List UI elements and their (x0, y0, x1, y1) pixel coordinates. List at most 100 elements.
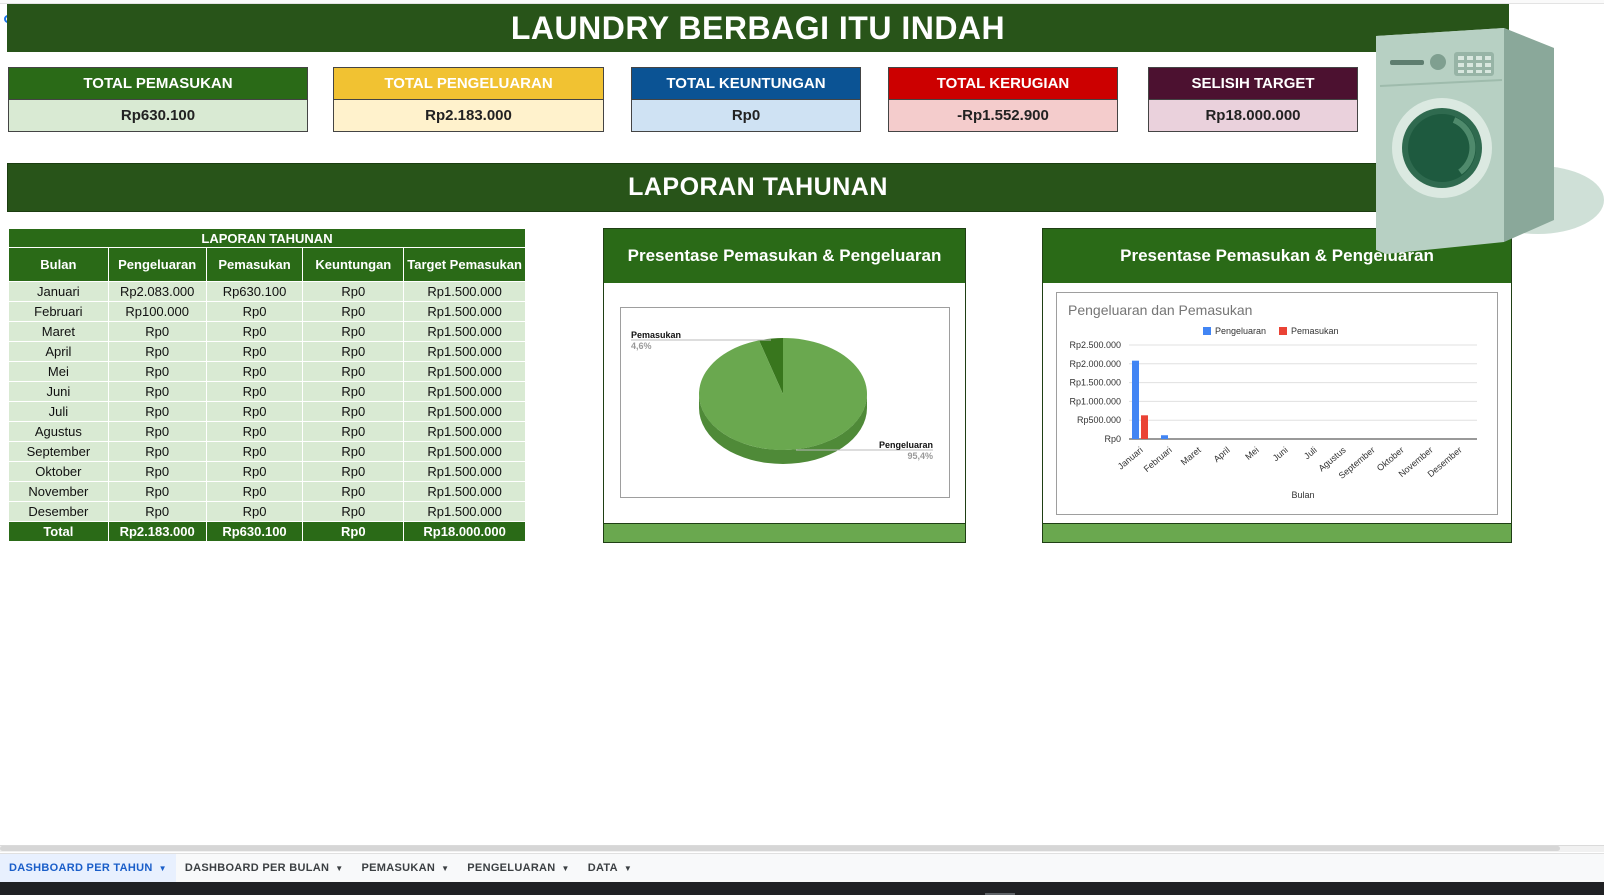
table-cell[interactable]: Rp1.500.000 (403, 481, 526, 502)
table-cell[interactable]: Rp0 (205, 301, 304, 322)
table-cell[interactable]: Rp1.500.000 (403, 361, 526, 382)
table-cell[interactable]: Rp1.500.000 (403, 301, 526, 322)
table-cell[interactable]: Oktober (8, 461, 109, 482)
table-cell[interactable]: Rp0 (205, 421, 304, 442)
table-cell[interactable]: Rp0 (205, 341, 304, 362)
table-cell[interactable]: Rp1.500.000 (403, 441, 526, 462)
section-title: LAPORAN TAHUNAN (7, 163, 1509, 212)
table-cell[interactable]: Rp100.000 (107, 301, 207, 322)
table-cell[interactable]: Rp0 (205, 481, 304, 502)
table-cell[interactable]: Rp0 (302, 401, 405, 422)
table-cell[interactable]: Rp0 (302, 281, 405, 302)
total-cell[interactable]: Rp0 (302, 521, 405, 542)
column-header[interactable]: Target Pemasukan (403, 247, 526, 282)
table-cell[interactable]: Rp0 (302, 321, 405, 342)
table-cell[interactable]: Rp0 (107, 501, 207, 522)
table-cell[interactable]: Rp0 (205, 501, 304, 522)
pie-chart-frame[interactable]: Pemasukan 4,6% Pengeluaran 95,4% (620, 307, 950, 498)
total-cell[interactable]: Total (8, 521, 109, 542)
kpi-value: Rp18.000.000 (1149, 100, 1357, 131)
table-cell[interactable]: Juli (8, 401, 109, 422)
table-cell[interactable]: Rp0 (302, 481, 405, 502)
table-cell[interactable]: Rp1.500.000 (403, 401, 526, 422)
pie-slice-pengeluaran (699, 338, 867, 450)
caret-down-icon[interactable]: ▼ (441, 864, 449, 873)
sheet-tab-dashboard-per-bulan[interactable]: DASHBOARD PER BULAN ▼ (176, 854, 353, 883)
table-cell[interactable]: Rp0 (302, 441, 405, 462)
table-cell[interactable]: Januari (8, 281, 109, 302)
caret-down-icon[interactable]: ▼ (335, 864, 343, 873)
column-header[interactable]: Pemasukan (205, 247, 304, 282)
table-cell[interactable]: Rp0 (205, 461, 304, 482)
caret-down-icon[interactable]: ▼ (159, 864, 167, 873)
table-cell[interactable]: Rp0 (107, 441, 207, 462)
column-header[interactable]: Pengeluaran (107, 247, 207, 282)
table-cell[interactable]: Rp0 (107, 421, 207, 442)
bar-chart-frame[interactable]: Pengeluaran dan Pemasukan Pengeluaran Pema… (1056, 292, 1498, 515)
sheet-tab-bar: DASHBOARD PER TAHUN ▼ DASHBOARD PER BULA… (0, 853, 1604, 883)
legend-label: Pengeluaran (1215, 326, 1266, 336)
total-cell[interactable]: Rp630.100 (205, 521, 304, 542)
table-row: Maret Rp0 Rp0 Rp0 Rp1.500.000 (8, 321, 526, 342)
table-cell[interactable]: Rp0 (302, 501, 405, 522)
table-cell[interactable]: Rp0 (302, 461, 405, 482)
sheet-tab-pengeluaran[interactable]: PENGELUARAN ▼ (458, 854, 578, 883)
caret-down-icon[interactable]: ▼ (624, 864, 632, 873)
table-cell[interactable]: Rp1.500.000 (403, 281, 526, 302)
table-cell[interactable]: Rp0 (107, 361, 207, 382)
table-cell[interactable]: Rp0 (107, 461, 207, 482)
table-cell[interactable]: Februari (8, 301, 109, 322)
kpi-label: TOTAL KEUNTUNGAN (632, 68, 860, 100)
table-cell[interactable]: Rp2.083.000 (107, 281, 207, 302)
table-cell[interactable]: Rp0 (107, 321, 207, 342)
table-cell[interactable]: Rp0 (302, 381, 405, 402)
total-cell[interactable]: Rp2.183.000 (107, 521, 207, 542)
table-cell[interactable]: Rp0 (205, 381, 304, 402)
table-cell[interactable]: Rp1.500.000 (403, 461, 526, 482)
kpi-selisih-target[interactable]: SELISIH TARGET Rp18.000.000 (1148, 67, 1358, 132)
scrollbar-thumb[interactable] (0, 846, 1560, 851)
table-cell[interactable]: Rp630.100 (205, 281, 304, 302)
table-cell[interactable]: Juni (8, 381, 109, 402)
kpi-total-pemasukan[interactable]: TOTAL PEMASUKAN Rp630.100 (8, 67, 308, 132)
table-cell[interactable]: Desember (8, 501, 109, 522)
table-cell[interactable]: Rp0 (107, 401, 207, 422)
tab-label: PEMASUKAN (361, 862, 436, 874)
table-cell[interactable]: Rp0 (107, 481, 207, 502)
table-cell[interactable]: Rp1.500.000 (403, 501, 526, 522)
table-cell[interactable]: Agustus (8, 421, 109, 442)
kpi-total-kerugian[interactable]: TOTAL KERUGIAN -Rp1.552.900 (888, 67, 1118, 132)
table-cell[interactable]: Rp1.500.000 (403, 341, 526, 362)
table-cell[interactable]: Rp0 (107, 341, 207, 362)
table-cell[interactable]: Rp0 (302, 421, 405, 442)
table-cell[interactable]: April (8, 341, 109, 362)
table-cell[interactable]: Rp1.500.000 (403, 321, 526, 342)
table-cell[interactable]: September (8, 441, 109, 462)
table-cell[interactable]: Rp0 (205, 321, 304, 342)
table-cell[interactable]: Maret (8, 321, 109, 342)
sheet-tab-pemasukan[interactable]: PEMASUKAN ▼ (352, 854, 458, 883)
x-tick-label: Mei (1243, 445, 1261, 462)
y-tick-label: Rp1.000.000 (1069, 396, 1121, 406)
table-cell[interactable]: Rp0 (302, 301, 405, 322)
table-cell[interactable]: Rp0 (205, 441, 304, 462)
column-header[interactable]: Keuntungan (302, 247, 405, 282)
table-cell[interactable]: Rp1.500.000 (403, 421, 526, 442)
table-cell[interactable]: Rp0 (107, 381, 207, 402)
kpi-total-pengeluaran[interactable]: TOTAL PENGELUARAN Rp2.183.000 (333, 67, 604, 132)
kpi-total-keuntungan[interactable]: TOTAL KEUNTUNGAN Rp0 (631, 67, 861, 132)
yearly-report-table: LAPORAN TAHUNAN Bulan Pengeluaran Pemasu… (8, 228, 526, 542)
table-cell[interactable]: Rp0 (205, 401, 304, 422)
total-cell[interactable]: Rp18.000.000 (403, 521, 526, 542)
caret-down-icon[interactable]: ▼ (562, 864, 570, 873)
column-header[interactable]: Bulan (8, 247, 109, 282)
sheet-tab-dashboard-per-tahun[interactable]: DASHBOARD PER TAHUN ▼ (0, 853, 176, 883)
table-cell[interactable]: Mei (8, 361, 109, 382)
table-cell[interactable]: Rp0 (205, 361, 304, 382)
table-cell[interactable]: Rp0 (302, 361, 405, 382)
table-cell[interactable]: Rp1.500.000 (403, 381, 526, 402)
sheet-tab-data[interactable]: DATA ▼ (579, 854, 641, 883)
table-cell[interactable]: November (8, 481, 109, 502)
table-cell[interactable]: Rp0 (302, 341, 405, 362)
y-tick-label: Rp500.000 (1077, 415, 1121, 425)
